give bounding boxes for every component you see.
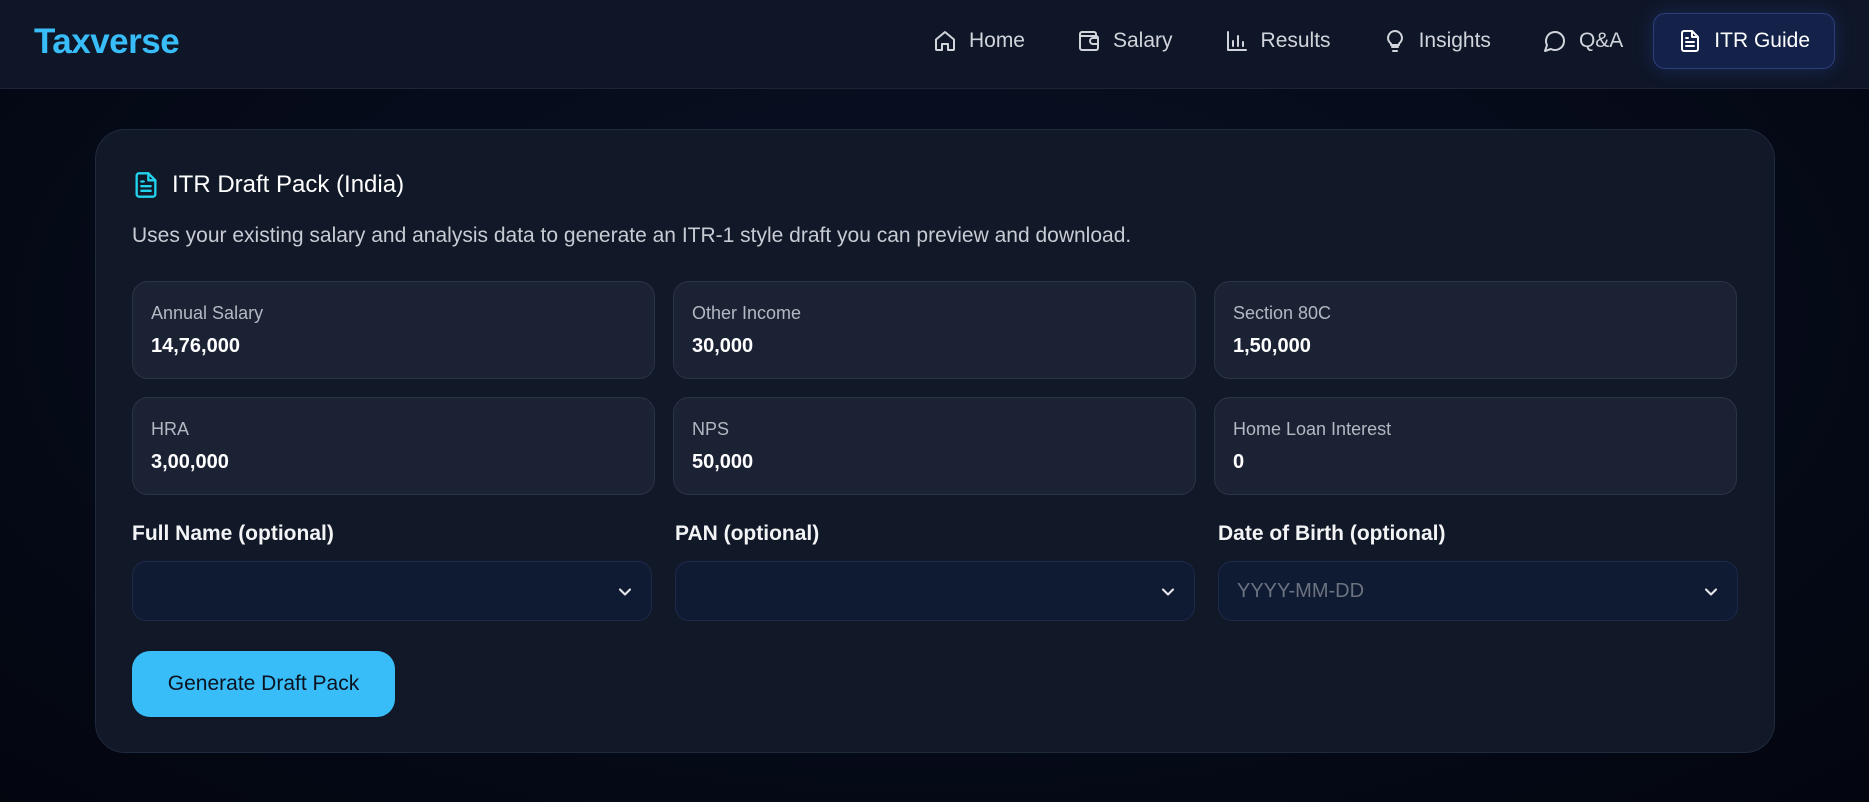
nav-qa[interactable]: Q&A: [1517, 13, 1649, 69]
bar-chart-icon: [1226, 31, 1247, 51]
dob-placeholder: YYYY-MM-DD: [1237, 580, 1365, 602]
chevron-down-icon: [1161, 588, 1175, 596]
chat-bubble-icon: [1543, 31, 1565, 52]
nav-salary-label: Salary: [1113, 29, 1173, 52]
stat-label: Annual Salary: [151, 303, 264, 323]
chevron-down-icon: [618, 588, 632, 596]
stat-label: Home Loan Interest: [1233, 419, 1392, 439]
nav-home-label: Home: [968, 29, 1025, 52]
full-name-select[interactable]: [132, 561, 652, 621]
dob-select[interactable]: YYYY-MM-DD: [1218, 561, 1738, 621]
nav-itr-guide[interactable]: ITR Guide: [1653, 13, 1835, 69]
brand-logo[interactable]: Taxverse: [34, 22, 180, 62]
dob-label: Date of Birth (optional): [1218, 522, 1446, 545]
stat-value: 0: [1233, 451, 1245, 473]
pan-label: PAN (optional): [675, 522, 820, 545]
stat-hra: HRA 3,00,000: [132, 397, 655, 495]
generate-draft-pack-button[interactable]: Generate Draft Pack: [132, 651, 395, 717]
stat-label: Section 80C: [1233, 303, 1332, 323]
lightbulb-icon: [1386, 30, 1403, 52]
nav-qa-label: Q&A: [1578, 29, 1624, 52]
stat-value: 30,000: [692, 335, 754, 357]
chevron-down-icon: [1704, 588, 1718, 596]
stat-other-income: Other Income 30,000: [673, 281, 1196, 379]
stat-section-80c: Section 80C 1,50,000: [1214, 281, 1737, 379]
stat-label: NPS: [692, 419, 730, 439]
card-description: Uses your existing salary and analysis d…: [132, 224, 1132, 247]
wallet-icon: [1079, 31, 1099, 51]
card-title-text: ITR Draft Pack (India): [172, 171, 405, 198]
pan-select[interactable]: [675, 561, 1195, 621]
stat-value: 1,50,000: [1233, 335, 1311, 357]
nav-itr-guide-label: ITR Guide: [1714, 29, 1810, 52]
card-title: ITR Draft Pack (India): [132, 170, 404, 200]
stat-value: 3,00,000: [151, 451, 229, 473]
nav-results[interactable]: Results: [1199, 13, 1357, 69]
nav-home[interactable]: Home: [907, 13, 1051, 69]
stat-home-loan-interest: Home Loan Interest 0: [1214, 397, 1737, 495]
itr-draft-card: ITR Draft Pack (India) Uses your existin…: [95, 129, 1775, 753]
top-navbar: Taxverse Home Salary Results Insights Q&…: [0, 0, 1869, 89]
nav-insights-label: Insights: [1418, 29, 1491, 52]
stat-nps: NPS 50,000: [673, 397, 1196, 495]
full-name-label: Full Name (optional): [132, 522, 334, 545]
stat-annual-salary: Annual Salary 14,76,000: [132, 281, 655, 379]
document-icon: [135, 172, 157, 198]
main-nav: Home Salary Results Insights Q&A ITR Gui…: [907, 13, 1835, 69]
nav-insights[interactable]: Insights: [1357, 13, 1517, 69]
nav-salary[interactable]: Salary: [1051, 13, 1199, 69]
nav-results-label: Results: [1260, 29, 1331, 52]
document-icon: [1681, 30, 1700, 52]
home-icon: [934, 31, 955, 51]
stat-value: 50,000: [692, 451, 754, 473]
stat-label: HRA: [151, 419, 190, 439]
stat-value: 14,76,000: [151, 335, 240, 357]
stat-label: Other Income: [692, 303, 802, 323]
